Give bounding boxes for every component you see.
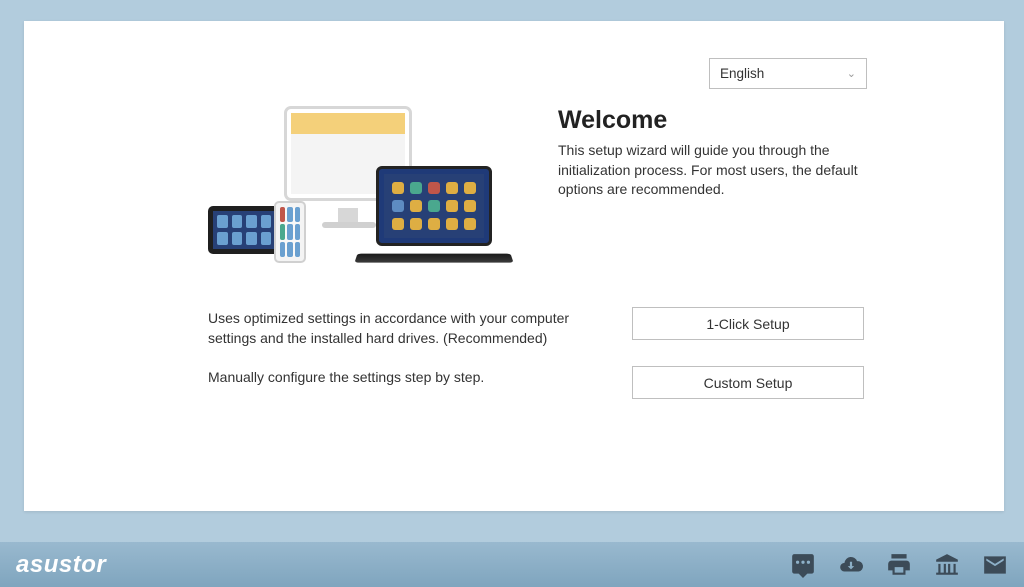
footer-icon-group — [790, 552, 1008, 578]
cloud-download-icon[interactable] — [838, 552, 864, 578]
one-click-setup-button-label: 1-Click Setup — [706, 316, 789, 332]
welcome-description: This setup wizard will guide you through… — [558, 141, 863, 200]
custom-setup-button[interactable]: Custom Setup — [632, 366, 864, 399]
chat-icon[interactable] — [790, 552, 816, 578]
devices-illustration — [208, 106, 508, 281]
one-click-option-row: Uses optimized settings in accordance wi… — [208, 307, 864, 348]
chevron-down-icon: ⌄ — [847, 67, 856, 80]
custom-option-row: Manually configure the settings step by … — [208, 366, 864, 399]
one-click-setup-button[interactable]: 1-Click Setup — [632, 307, 864, 340]
one-click-description: Uses optimized settings in accordance wi… — [208, 307, 612, 348]
setup-wizard-panel: English ⌄ Welcome This setu — [24, 21, 1004, 511]
brand-logo: asustor — [16, 551, 106, 579]
footer-bar: asustor — [0, 542, 1024, 587]
welcome-block: Welcome This setup wizard will guide you… — [558, 106, 863, 200]
welcome-title: Welcome — [558, 106, 863, 135]
language-selected-label: English — [720, 66, 764, 81]
mail-icon[interactable] — [982, 552, 1008, 578]
print-icon[interactable] — [886, 552, 912, 578]
custom-description: Manually configure the settings step by … — [208, 366, 612, 388]
bank-icon[interactable] — [934, 552, 960, 578]
custom-setup-button-label: Custom Setup — [704, 375, 793, 391]
language-dropdown[interactable]: English ⌄ — [709, 58, 867, 89]
